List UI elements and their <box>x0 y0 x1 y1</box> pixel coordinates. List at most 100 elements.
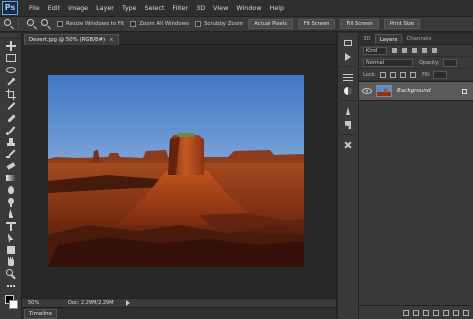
fill-input[interactable] <box>433 70 448 79</box>
eye-icon[interactable] <box>362 88 372 94</box>
type-tool-icon[interactable] <box>5 221 17 231</box>
lock-position-icon[interactable] <box>400 71 407 78</box>
layers-panel: 3D Layers Channels Kind Normal Opacity: … <box>359 33 473 319</box>
type-filter-icon[interactable] <box>412 48 417 53</box>
path-selection-tool-icon[interactable] <box>5 233 17 243</box>
canvas[interactable] <box>22 45 336 298</box>
divider <box>341 134 355 135</box>
zoom-tool-icon[interactable] <box>4 19 14 29</box>
menu-filter[interactable]: Filter <box>168 0 192 16</box>
checkbox-box[interactable] <box>130 21 137 27</box>
crop-tool-icon[interactable] <box>5 89 17 100</box>
clone-stamp-tool-icon[interactable] <box>5 137 17 147</box>
menu-edit[interactable]: Edit <box>44 0 64 16</box>
tool-presets-icon[interactable] <box>343 141 353 149</box>
adjustments-icon[interactable] <box>343 87 353 95</box>
opacity-label: Opacity: <box>419 59 440 66</box>
delete-layer-icon[interactable] <box>463 309 469 316</box>
fill-screen-button[interactable]: Fill Screen <box>340 19 379 29</box>
character-icon[interactable] <box>343 107 353 115</box>
layer-row[interactable]: Background <box>359 81 473 101</box>
checkbox-box[interactable] <box>57 21 63 27</box>
panel-footer <box>359 305 473 319</box>
document-title: Desert.jpg @ 50% (RGB/8#) <box>29 37 106 43</box>
healing-brush-tool-icon[interactable] <box>5 113 17 123</box>
blur-tool-icon[interactable] <box>5 185 17 195</box>
timeline-tab[interactable]: Timeline <box>24 309 57 319</box>
blend-mode-select[interactable]: Normal <box>363 58 413 67</box>
move-tool-icon[interactable] <box>5 41 17 51</box>
lock-icon <box>462 88 467 94</box>
properties-icon[interactable] <box>343 73 353 81</box>
add-mask-icon[interactable] <box>423 309 429 316</box>
hand-tool-icon[interactable] <box>5 257 17 267</box>
new-layer-icon[interactable] <box>453 309 459 316</box>
paragraph-icon[interactable] <box>343 121 353 129</box>
menu-layer[interactable]: Layer <box>92 0 118 16</box>
zoom-all-windows-checkbox[interactable]: Zoom All Windows <box>130 21 189 27</box>
history-brush-tool-icon[interactable] <box>5 149 17 159</box>
shape-filter-icon[interactable] <box>422 48 427 53</box>
menu-3d[interactable]: 3D <box>192 0 209 16</box>
eraser-tool-icon[interactable] <box>5 161 17 171</box>
lasso-tool-icon[interactable] <box>5 65 17 75</box>
smart-object-filter-icon[interactable] <box>432 48 437 53</box>
menu-type[interactable]: Type <box>118 0 141 16</box>
divider <box>341 66 355 67</box>
brush-tool-icon[interactable] <box>5 125 17 135</box>
new-group-icon[interactable] <box>443 309 449 316</box>
filter-row: Kind <box>359 45 473 57</box>
adjustment-filter-icon[interactable] <box>402 48 407 53</box>
checkbox-box[interactable] <box>194 21 201 27</box>
pen-tool-icon[interactable] <box>5 209 17 219</box>
timeline-panel: Timeline <box>22 307 336 319</box>
close-icon[interactable]: × <box>109 37 114 43</box>
history-icon[interactable] <box>343 39 353 47</box>
eyedropper-tool-icon[interactable] <box>5 101 17 111</box>
layer-style-icon[interactable] <box>413 309 419 316</box>
link-layers-icon[interactable] <box>403 309 409 316</box>
menu-view[interactable]: View <box>209 0 232 16</box>
tab-channels[interactable]: Channels <box>402 34 435 44</box>
lock-all-icon[interactable] <box>410 71 417 78</box>
desert-photo[interactable] <box>48 75 304 267</box>
gradient-tool-icon[interactable] <box>5 173 17 183</box>
adjustment-layer-icon[interactable] <box>433 309 439 316</box>
layer-name[interactable]: Background <box>397 88 462 94</box>
menu-image[interactable]: Image <box>64 0 92 16</box>
divider <box>18 18 19 30</box>
lock-image-icon[interactable] <box>390 71 397 78</box>
zoom-in-icon[interactable] <box>27 19 37 29</box>
menu-help[interactable]: Help <box>266 0 289 16</box>
quick-selection-tool-icon[interactable] <box>5 77 17 87</box>
status-menu-arrow-icon[interactable] <box>125 300 130 306</box>
scrubby-zoom-checkbox[interactable]: Scrubby Zoom <box>194 21 243 27</box>
print-size-button[interactable]: Print Size <box>383 19 421 29</box>
lock-transparent-icon[interactable] <box>380 71 387 78</box>
document-tab-bar: Desert.jpg @ 50% (RGB/8#) × <box>22 33 336 45</box>
fit-screen-button[interactable]: Fit Screen <box>297 19 336 29</box>
document-tab[interactable]: Desert.jpg @ 50% (RGB/8#) × <box>24 34 119 45</box>
pixel-filter-icon[interactable] <box>392 48 397 53</box>
thumbnail-image <box>377 86 391 96</box>
tab-3d[interactable]: 3D <box>359 34 375 44</box>
tab-layers[interactable]: Layers <box>374 34 403 44</box>
more-tools-icon[interactable] <box>5 281 17 291</box>
opacity-input[interactable] <box>442 58 457 67</box>
zoom-out-icon[interactable] <box>41 19 51 29</box>
actions-icon[interactable] <box>343 53 353 61</box>
dodge-tool-icon[interactable] <box>5 197 17 207</box>
marquee-tool-icon[interactable] <box>5 53 17 63</box>
shape-tool-icon[interactable] <box>5 245 17 255</box>
resize-windows-checkbox[interactable]: Resize Windows to Fit <box>57 21 124 27</box>
menu-select[interactable]: Select <box>141 0 169 16</box>
color-swatches-icon[interactable] <box>4 295 18 311</box>
kind-filter-select[interactable]: Kind <box>363 46 387 55</box>
menu-file[interactable]: File <box>25 0 44 16</box>
tools-panel <box>0 33 22 319</box>
toolbar-grip[interactable] <box>0 33 21 39</box>
menu-window[interactable]: Window <box>232 0 265 16</box>
zoom-level[interactable]: 50% <box>28 300 46 306</box>
actual-pixels-button[interactable]: Actual Pixels <box>248 19 293 29</box>
zoom-tool-icon[interactable] <box>5 269 17 280</box>
